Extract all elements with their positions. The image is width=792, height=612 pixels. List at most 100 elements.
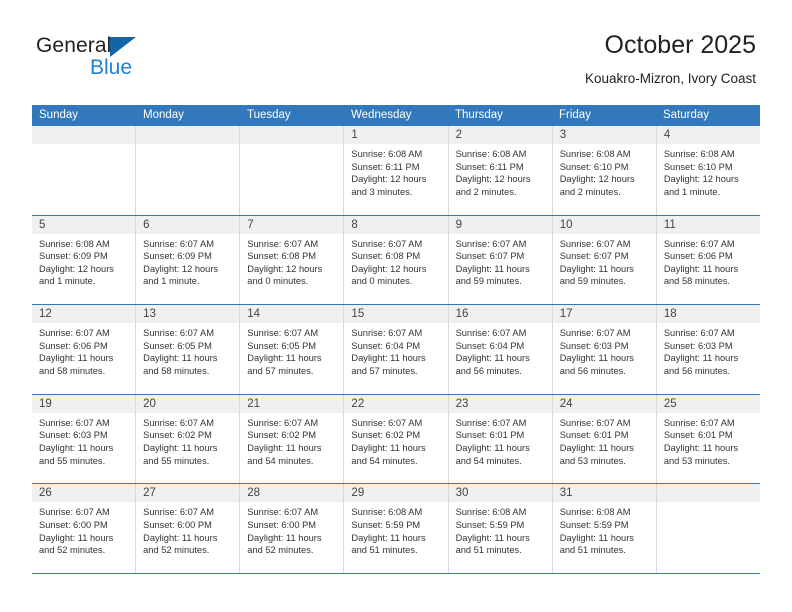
daylight-line2: and 2 minutes.: [455, 186, 517, 197]
day-cell[interactable]: 25 Sunrise: 6:07 AM Sunset: 6:01 PM Dayl…: [656, 394, 760, 484]
day-cell[interactable]: 24 Sunrise: 6:07 AM Sunset: 6:01 PM Dayl…: [552, 394, 657, 484]
day-details: Sunrise: 6:07 AM Sunset: 6:00 PM Dayligh…: [32, 502, 135, 556]
day-cell[interactable]: 11 Sunrise: 6:07 AM Sunset: 6:06 PM Dayl…: [656, 215, 760, 305]
calendar-week-row: 12 Sunrise: 6:07 AM Sunset: 6:06 PM Dayl…: [32, 305, 760, 395]
day-number: 30: [448, 484, 552, 503]
sunset-text: Sunset: 6:02 PM: [351, 430, 421, 441]
day-cell[interactable]: [656, 484, 760, 573]
daylight-line1: Daylight: 11 hours: [143, 532, 218, 543]
daylight-line2: and 0 minutes.: [351, 276, 413, 287]
day-cell[interactable]: 9 Sunrise: 6:07 AM Sunset: 6:07 PM Dayli…: [448, 215, 553, 305]
day-cell[interactable]: 15 Sunrise: 6:07 AM Sunset: 6:04 PM Dayl…: [344, 305, 449, 394]
sunset-text: Sunset: 6:08 PM: [351, 251, 421, 262]
logo-text-general: General: [36, 34, 112, 57]
day-cell[interactable]: 16 Sunrise: 6:07 AM Sunset: 6:04 PM Dayl…: [448, 305, 553, 394]
generalblue-logo[interactable]: General Blue: [36, 34, 236, 86]
day-cell[interactable]: 4 Sunrise: 6:08 AM Sunset: 6:10 PM Dayli…: [656, 126, 760, 215]
day-details: Sunrise: 6:08 AM Sunset: 6:10 PM Dayligh…: [657, 144, 760, 198]
daylight-line1: Daylight: 11 hours: [559, 353, 634, 364]
day-number: 31: [552, 484, 656, 503]
day-cell[interactable]: 28 Sunrise: 6:07 AM Sunset: 6:00 PM Dayl…: [240, 484, 345, 573]
weekday-header-row: Sunday Monday Tuesday Wednesday Thursday…: [32, 105, 760, 126]
day-cell[interactable]: 1 Sunrise: 6:08 AM Sunset: 6:11 PM Dayli…: [344, 126, 449, 215]
day-details: Sunrise: 6:07 AM Sunset: 6:01 PM Dayligh…: [657, 413, 760, 467]
day-cell[interactable]: 7 Sunrise: 6:07 AM Sunset: 6:08 PM Dayli…: [240, 215, 345, 305]
day-cell[interactable]: 30 Sunrise: 6:08 AM Sunset: 5:59 PM Dayl…: [448, 484, 553, 573]
day-cell[interactable]: 18 Sunrise: 6:07 AM Sunset: 6:03 PM Dayl…: [656, 305, 760, 394]
day-number: 16: [448, 305, 552, 324]
day-cell[interactable]: 3 Sunrise: 6:08 AM Sunset: 6:10 PM Dayli…: [552, 126, 657, 215]
daylight-line2: and 54 minutes.: [247, 455, 314, 466]
sunrise-text: Sunrise: 6:07 AM: [247, 417, 319, 428]
daylight-line2: and 56 minutes.: [455, 365, 522, 376]
daylight-line1: Daylight: 11 hours: [39, 442, 114, 453]
daylight-line2: and 58 minutes.: [39, 365, 106, 376]
sunrise-text: Sunrise: 6:08 AM: [351, 507, 423, 518]
calendar-page: General Blue October 2025 Kouakro-Mizron…: [0, 0, 792, 612]
day-cell[interactable]: 6 Sunrise: 6:07 AM Sunset: 6:09 PM Dayli…: [136, 215, 241, 305]
day-cell[interactable]: 26 Sunrise: 6:07 AM Sunset: 6:00 PM Dayl…: [32, 484, 137, 573]
sunset-text: Sunset: 6:01 PM: [559, 430, 629, 441]
day-details: Sunrise: 6:07 AM Sunset: 6:02 PM Dayligh…: [240, 413, 343, 467]
sunset-text: Sunset: 6:09 PM: [143, 251, 212, 262]
day-details: Sunrise: 6:07 AM Sunset: 6:00 PM Dayligh…: [136, 502, 239, 556]
daylight-line1: Daylight: 12 hours: [351, 174, 427, 185]
day-cell[interactable]: 17 Sunrise: 6:07 AM Sunset: 6:03 PM Dayl…: [552, 305, 657, 394]
day-cell[interactable]: 12 Sunrise: 6:07 AM Sunset: 6:06 PM Dayl…: [32, 305, 137, 394]
day-number: 2: [448, 126, 552, 144]
day-cell[interactable]: [240, 126, 345, 215]
day-cell[interactable]: 29 Sunrise: 6:08 AM Sunset: 5:59 PM Dayl…: [344, 484, 449, 573]
day-number: 3: [552, 126, 656, 144]
sunset-text: Sunset: 6:00 PM: [143, 519, 212, 530]
daylight-line2: and 2 minutes.: [559, 186, 621, 197]
daylight-line1: Daylight: 12 hours: [39, 263, 114, 274]
day-number: 28: [240, 484, 344, 503]
day-details: Sunrise: 6:08 AM Sunset: 6:11 PM Dayligh…: [344, 144, 447, 198]
day-cell[interactable]: 10 Sunrise: 6:07 AM Sunset: 6:07 PM Dayl…: [552, 215, 657, 305]
day-cell[interactable]: 5 Sunrise: 6:08 AM Sunset: 6:09 PM Dayli…: [32, 215, 137, 305]
daylight-line2: and 1 minute.: [663, 186, 721, 197]
daylight-line1: Daylight: 11 hours: [559, 442, 634, 453]
daylight-line1: Daylight: 12 hours: [559, 174, 635, 185]
day-cell[interactable]: 22 Sunrise: 6:07 AM Sunset: 6:02 PM Dayl…: [344, 394, 449, 484]
daylight-line1: Daylight: 11 hours: [455, 442, 530, 453]
daylight-line1: Daylight: 12 hours: [143, 263, 219, 274]
day-number: 5: [32, 215, 136, 234]
day-cell[interactable]: 8 Sunrise: 6:07 AM Sunset: 6:08 PM Dayli…: [344, 215, 449, 305]
sunrise-text: Sunrise: 6:08 AM: [455, 507, 527, 518]
sunset-text: Sunset: 6:11 PM: [455, 161, 524, 172]
day-number: 8: [344, 215, 448, 234]
day-cell[interactable]: 23 Sunrise: 6:07 AM Sunset: 6:01 PM Dayl…: [448, 394, 553, 484]
day-cell[interactable]: 20 Sunrise: 6:07 AM Sunset: 6:02 PM Dayl…: [136, 394, 241, 484]
day-cell[interactable]: 21 Sunrise: 6:07 AM Sunset: 6:02 PM Dayl…: [240, 394, 345, 484]
sunrise-text: Sunrise: 6:07 AM: [143, 328, 214, 339]
daylight-line1: Daylight: 11 hours: [559, 263, 634, 274]
day-details: Sunrise: 6:07 AM Sunset: 6:07 PM Dayligh…: [553, 234, 656, 288]
sunset-text: Sunset: 6:04 PM: [455, 340, 525, 351]
daylight-line1: Daylight: 11 hours: [143, 442, 218, 453]
day-cell[interactable]: 31 Sunrise: 6:08 AM Sunset: 5:59 PM Dayl…: [552, 484, 657, 573]
sunrise-text: Sunrise: 6:07 AM: [663, 328, 735, 339]
sunrise-text: Sunrise: 6:08 AM: [39, 238, 110, 249]
sunrise-text: Sunrise: 6:07 AM: [143, 238, 214, 249]
day-number: [656, 484, 760, 503]
day-cell[interactable]: 2 Sunrise: 6:08 AM Sunset: 6:11 PM Dayli…: [448, 126, 553, 215]
sunset-text: Sunset: 6:03 PM: [559, 340, 629, 351]
day-cell[interactable]: 14 Sunrise: 6:07 AM Sunset: 6:05 PM Dayl…: [240, 305, 345, 394]
day-number: 26: [32, 484, 136, 503]
daylight-line1: Daylight: 11 hours: [351, 532, 426, 543]
day-details: [136, 144, 239, 148]
day-cell[interactable]: [136, 126, 241, 215]
day-cell[interactable]: 19 Sunrise: 6:07 AM Sunset: 6:03 PM Dayl…: [32, 394, 137, 484]
sunrise-text: Sunrise: 6:07 AM: [455, 238, 527, 249]
daylight-line2: and 57 minutes.: [351, 365, 418, 376]
sunset-text: Sunset: 6:00 PM: [39, 519, 108, 530]
day-cell[interactable]: [32, 126, 137, 215]
weekday-header-saturday: Saturday: [663, 109, 710, 121]
day-cell[interactable]: 13 Sunrise: 6:07 AM Sunset: 6:05 PM Dayl…: [136, 305, 241, 394]
day-details: Sunrise: 6:07 AM Sunset: 6:03 PM Dayligh…: [553, 323, 656, 377]
sunrise-text: Sunrise: 6:08 AM: [559, 507, 631, 518]
day-number: 7: [240, 215, 344, 234]
weekday-header-thursday: Thursday: [455, 109, 503, 121]
day-cell[interactable]: 27 Sunrise: 6:07 AM Sunset: 6:00 PM Dayl…: [136, 484, 241, 573]
